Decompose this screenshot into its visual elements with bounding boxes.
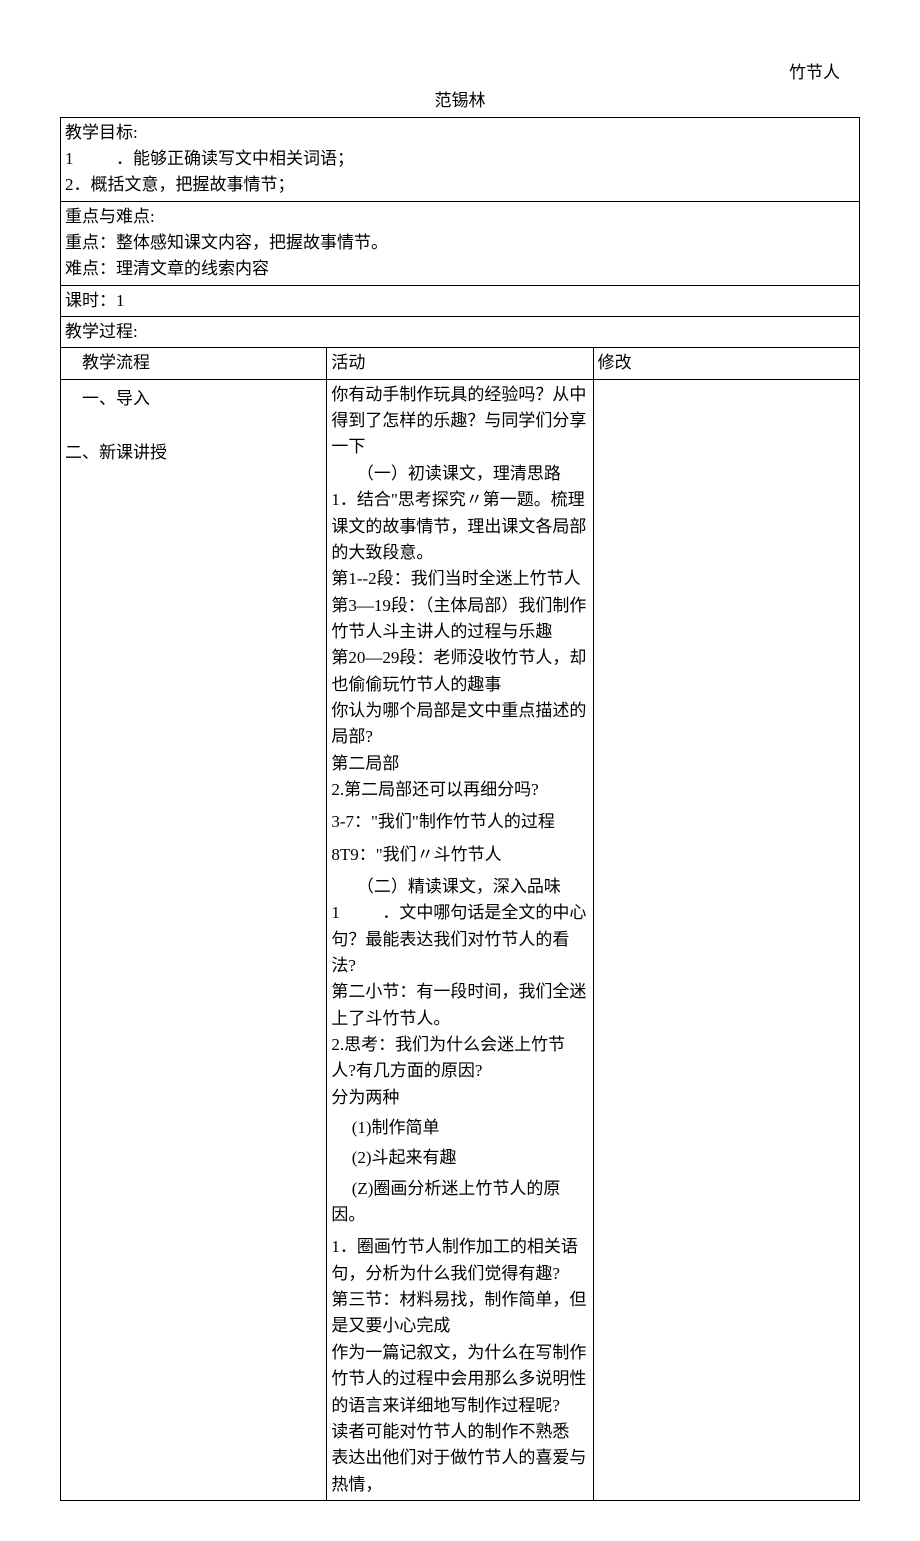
process-label: 教学过程: — [65, 322, 138, 341]
activity-line: 8T9："我们〃斗竹节人 — [331, 842, 588, 868]
activity-line: (1)制作简单 — [331, 1115, 588, 1141]
header-flow-text: 教学流程 — [65, 353, 150, 372]
process-label-cell: 教学过程: — [61, 317, 860, 348]
period-cell: 课时：1 — [61, 285, 860, 316]
header-flow: 教学流程 — [61, 348, 327, 379]
activity-line: 第二小节：有一段时间，我们全迷上了斗竹节人。 — [331, 979, 588, 1032]
activity-line: 你有动手制作玩具的经验吗？从中得到了怎样的乐趣？与同学们分享一下 — [331, 382, 588, 461]
table-row: 重点与难点: 重点：整体感知课文内容，把握故事情节。 难点：理清文章的线索内容 — [61, 201, 860, 285]
activity-line: 第3—19段：（主体局部）我们制作竹节人斗主讲人的过程与乐趣 — [331, 593, 588, 646]
activity-line: 1．圈画竹节人制作加工的相关语句，分析为什么我们觉得有趣? — [331, 1234, 588, 1287]
goal1-text: ．能够正确读写文中相关词语； — [116, 149, 354, 168]
activity-line: 第二局部 — [331, 751, 588, 777]
keypoints-cell: 重点与难点: 重点：整体感知课文内容，把握故事情节。 难点：理清文章的线索内容 — [61, 201, 860, 285]
lesson-title: 竹节人 — [789, 60, 840, 86]
activity-line: 1．结合"思考探究〃第一题。梳理课文的故事情节，理出课文各局部的大致段意。 — [331, 487, 588, 566]
activity-line: (Z)圈画分析迷上竹节人的原因。 — [331, 1176, 588, 1229]
activity-line: 2.第二局部还可以再细分吗? — [331, 777, 588, 803]
lesson-plan-table: 教学目标: 1．能够正确读写文中相关词语； 2．概括文意，把握故事情节； 重点与… — [60, 117, 860, 1501]
activity-line: （二）精读课文，深入品味 — [331, 874, 588, 900]
activity-line: 3-7："我们"制作竹节人的过程 — [331, 809, 588, 835]
activity-line: 第20—29段：老师没收竹节人，却也偷偷玩竹节人的趣事 — [331, 645, 588, 698]
header-activity-text: 活动 — [331, 353, 365, 372]
goal-item-2: 2．概括文意，把握故事情节； — [65, 172, 855, 198]
table-row: 教学过程: — [61, 317, 860, 348]
activity-line: 分为两种 — [331, 1085, 588, 1111]
author-name: 范锡林 — [435, 91, 486, 110]
activity-line: 第1--2段：我们当时全迷上竹节人 — [331, 566, 588, 592]
table-row: 教学流程 活动 修改 — [61, 348, 860, 379]
modify-cell — [593, 379, 859, 1500]
header-modify-text: 修改 — [598, 353, 632, 372]
activity-line: 读者可能对竹节人的制作不熟悉 — [331, 1419, 588, 1445]
flow-cell: 一、导入 二、新课讲授 — [61, 379, 327, 1500]
activity-line: 1．文中哪句话是全文的中心句？最能表达我们对竹节人的看法? — [331, 900, 588, 979]
activity-line: 第三节：材料易找，制作简单，但是又要小心完成 — [331, 1287, 588, 1340]
goals-label: 教学目标: — [65, 120, 855, 146]
header-activity: 活动 — [327, 348, 593, 379]
table-row: 课时：1 — [61, 285, 860, 316]
flow-intro: 一、导入 — [65, 386, 322, 412]
activity-line: （一）初读课文，理清思路 — [331, 461, 588, 487]
goal-item-1: 1．能够正确读写文中相关词语； — [65, 146, 855, 172]
activity-line: 2.思考：我们为什么会迷上竹节人?有几方面的原因? — [331, 1032, 588, 1085]
goals-cell: 教学目标: 1．能够正确读写文中相关词语； 2．概括文意，把握故事情节； — [61, 117, 860, 201]
flow-new: 二、新课讲授 — [65, 440, 322, 466]
keypoint-key: 重点：整体感知课文内容，把握故事情节。 — [65, 230, 855, 256]
activity-line: (2)斗起来有趣 — [331, 1145, 588, 1171]
title-wrap: 竹节人 — [60, 60, 860, 86]
period-text: 课时：1 — [65, 291, 125, 310]
activity-l13-num: 1 — [331, 900, 382, 926]
header-modify: 修改 — [593, 348, 859, 379]
activity-line: 表达出他们对于做竹节人的喜爱与热情， — [331, 1445, 588, 1498]
keypoints-label: 重点与难点: — [65, 204, 855, 230]
table-row: 教学目标: 1．能够正确读写文中相关词语； 2．概括文意，把握故事情节； — [61, 117, 860, 201]
activity-cell: 你有动手制作玩具的经验吗？从中得到了怎样的乐趣？与同学们分享一下 （一）初读课文… — [327, 379, 593, 1500]
table-row: 一、导入 二、新课讲授 你有动手制作玩具的经验吗？从中得到了怎样的乐趣？与同学们… — [61, 379, 860, 1500]
activity-line: 你认为哪个局部是文中重点描述的局部? — [331, 698, 588, 751]
document-page: 竹节人 范锡林 教学目标: 1．能够正确读写文中相关词语； 2．概括文意，把握故… — [0, 0, 920, 1541]
keypoint-diff: 难点：理清文章的线索内容 — [65, 256, 855, 282]
goal1-num: 1 — [65, 146, 116, 172]
author-wrap: 范锡林 — [60, 88, 860, 114]
activity-line: 作为一篇记叙文，为什么在写制作竹节人的过程中会用那么多说明性的语言来详细地写制作… — [331, 1340, 588, 1419]
